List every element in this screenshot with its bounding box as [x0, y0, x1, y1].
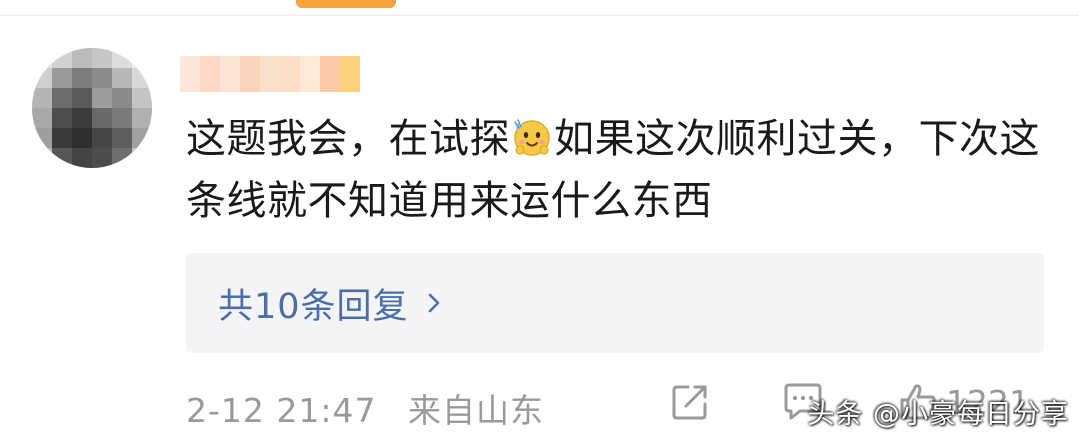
- watermark: 头条 @小豪每日分享: [807, 399, 1069, 430]
- share-button[interactable]: [668, 380, 712, 424]
- top-divider: [0, 14, 1079, 16]
- share-icon: [668, 380, 712, 424]
- chevron-right-icon: [423, 292, 445, 314]
- username[interactable]: [180, 56, 360, 92]
- replies-count-label: 共10条回复: [218, 286, 409, 327]
- active-tab-indicator: [296, 0, 396, 8]
- view-replies-button[interactable]: 共10条回复: [186, 253, 1044, 353]
- smiling-face-with-sweat-emoji-icon: [511, 116, 553, 158]
- comment-text-part1: 这题我会，在试探: [186, 116, 510, 162]
- comment-text: 这题我会，在试探 如果这次顺利过关，下次这条线就不知道用来运什么东西: [186, 108, 1056, 232]
- comment-location: 来自山东: [408, 391, 544, 430]
- avatar[interactable]: [32, 48, 152, 168]
- comment-meta: 2-12 21:47 来自山东: [186, 384, 564, 432]
- comment-timestamp: 2-12 21:47: [186, 391, 377, 430]
